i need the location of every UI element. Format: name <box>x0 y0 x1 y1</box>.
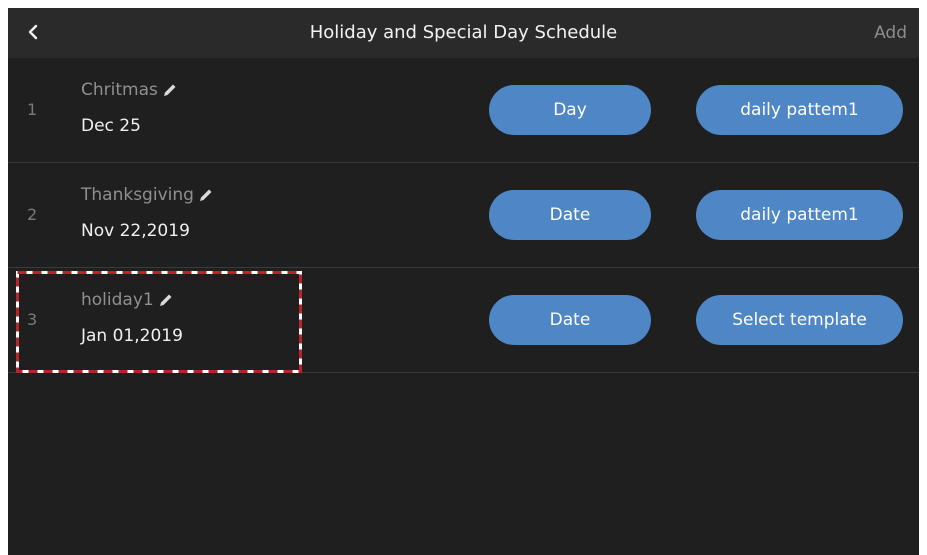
schedule-screen: Holiday and Special Day Schedule Add 1 C… <box>8 8 919 555</box>
highlight-box <box>16 271 302 373</box>
